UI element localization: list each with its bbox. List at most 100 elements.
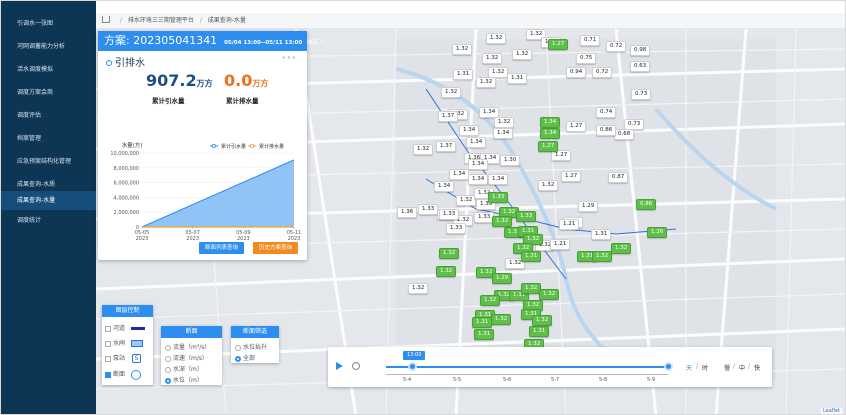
unit-day-button[interactable]: 天 [686, 363, 692, 372]
section-level-label[interactable]: 1.34 [488, 174, 509, 185]
radio-selected[interactable] [235, 355, 241, 362]
timeline-start-handle[interactable] [408, 362, 417, 371]
filter-all[interactable]: 全部 [235, 353, 255, 362]
section-level-label-highlight[interactable]: 0.86 [636, 199, 657, 210]
section-level-label[interactable]: 1.34 [466, 137, 487, 148]
section-level-label-highlight[interactable]: 1.34 [540, 128, 561, 139]
section-level-label-highlight[interactable]: 1.33 [488, 192, 509, 203]
section-level-label[interactable]: 1.34 [468, 174, 489, 185]
section-level-label[interactable]: 1.34 [493, 128, 514, 139]
section-level-label-highlight[interactable]: 1.27 [538, 141, 559, 152]
sidebar-item-archive[interactable]: 档案管理 [1, 129, 96, 148]
home-icon[interactable] [102, 16, 110, 23]
section-level-label[interactable]: 0.75 [576, 53, 597, 64]
history-plan-query-button[interactable]: 历史方案查询 [253, 242, 299, 254]
radio[interactable] [235, 344, 241, 351]
layer-river[interactable]: 河道 [105, 323, 146, 332]
section-level-label[interactable]: 1.21 [559, 219, 580, 230]
speed-fast-button[interactable]: 快 [754, 363, 760, 372]
section-level-label-highlight[interactable]: 1.32 [492, 216, 513, 227]
radio[interactable] [165, 344, 171, 351]
filter-rise[interactable]: 水位抬升 [235, 342, 267, 351]
section-level-label[interactable]: 0.71 [580, 35, 601, 46]
layer-pump-station[interactable]: 泵站 S [105, 353, 142, 363]
sidebar-item-simulation[interactable]: 活水调度模拟 [1, 60, 96, 79]
section-level-label-highlight[interactable]: 1.33 [516, 211, 537, 222]
section-level-label[interactable]: 0.86 [596, 125, 617, 136]
speed-medium-button[interactable]: 中 [739, 363, 745, 372]
section-level-label[interactable]: 1.32 [413, 144, 434, 155]
radio-selected[interactable] [165, 377, 171, 384]
section-level-label-highlight[interactable]: 1.32 [439, 248, 460, 259]
sidebar-item-evaluation[interactable]: 调度评估 [1, 106, 96, 125]
section-level-label[interactable]: 0.74 [596, 107, 617, 118]
section-level-label[interactable]: 1.37 [436, 141, 457, 152]
metric-velocity[interactable]: 流速（m/s） [165, 353, 208, 362]
metric-depth[interactable]: 水深（m） [165, 364, 203, 373]
section-level-label[interactable]: 1.32 [538, 180, 559, 191]
section-level-label-highlight[interactable]: 1.31 [521, 251, 542, 262]
section-level-label[interactable]: 1.32 [512, 49, 533, 60]
section-list-query-button[interactable]: 断面列表查询 [199, 242, 245, 254]
section-level-label[interactable]: 1.32 [441, 87, 462, 98]
speed-slow-button[interactable]: 慢 [724, 363, 730, 372]
sidebar-item-quantity[interactable]: 成果查询-水量 [1, 191, 96, 210]
checkbox[interactable] [105, 340, 111, 347]
section-level-label[interactable]: 0.98 [630, 45, 651, 56]
metric-flow[interactable]: 流量（m³/s） [165, 342, 210, 351]
section-level-label[interactable]: 1.30 [500, 155, 521, 166]
section-level-label-highlight[interactable]: 1.31 [529, 326, 550, 337]
section-level-label-highlight[interactable]: 1.32 [539, 289, 560, 300]
radio[interactable] [165, 366, 171, 373]
section-level-label[interactable]: 1.27 [561, 171, 582, 182]
leaflet-attribution[interactable]: Leaflet [820, 408, 842, 414]
section-level-label-highlight[interactable]: 1.32 [436, 266, 457, 277]
section-level-label-highlight[interactable]: 1.32 [491, 314, 512, 325]
checkbox[interactable] [105, 325, 111, 332]
section-level-label[interactable]: 0.87 [608, 172, 629, 183]
sidebar-item-overview[interactable]: 引调水一张图 [1, 14, 96, 33]
play-icon[interactable] [336, 362, 343, 370]
section-level-label[interactable]: 1.33 [418, 204, 439, 215]
section-level-label-highlight[interactable]: 1.32 [480, 295, 501, 306]
section-level-label-highlight[interactable]: 1.34 [540, 117, 561, 128]
checkbox[interactable] [105, 355, 111, 362]
section-level-label[interactable]: 1.21 [550, 239, 571, 250]
metric-water-level[interactable]: 水位（m） [165, 375, 203, 384]
section-level-label-highlight[interactable]: 1.31 [472, 317, 493, 328]
section-level-label-highlight[interactable]: 1.29 [492, 273, 513, 284]
section-level-label[interactable]: 1.31 [591, 229, 612, 240]
section-level-label[interactable]: 0.73 [631, 89, 652, 100]
section-level-label[interactable]: 1.32 [494, 117, 515, 128]
section-level-label[interactable]: 0.68 [614, 129, 635, 140]
section-level-label-highlight[interactable]: 1.31 [474, 329, 495, 340]
section-level-label[interactable]: 1.34 [434, 181, 455, 192]
layer-section[interactable]: 断面 [105, 369, 142, 380]
section-level-label-highlight[interactable]: 1.32 [592, 251, 613, 262]
section-level-label[interactable]: 1.32 [482, 53, 503, 64]
section-level-label[interactable]: 1.31 [453, 69, 474, 80]
section-level-label-highlight[interactable]: 1.27 [548, 39, 569, 50]
stop-icon[interactable] [352, 362, 360, 370]
collapse-button[interactable]: 收起 ^ [307, 40, 324, 46]
section-level-label[interactable]: 1.34 [449, 169, 470, 180]
section-level-label[interactable]: 1.27 [566, 121, 587, 132]
unit-hour-button[interactable]: 时 [702, 363, 708, 372]
section-level-label[interactable]: 0.94 [566, 67, 587, 78]
section-level-label[interactable]: 1.31 [507, 73, 528, 84]
timeline-track[interactable] [386, 366, 668, 368]
layer-sluice[interactable]: 水闸 [105, 338, 144, 347]
section-level-label-highlight[interactable]: 1.26 [647, 227, 668, 238]
breadcrumb-level1[interactable]: 排水环境三三期管理平台 [128, 17, 194, 24]
sidebar-item-consult[interactable]: 调度方案会商 [1, 83, 96, 102]
section-level-label[interactable]: 1.29 [578, 201, 599, 212]
section-level-label-highlight[interactable]: 1.32 [611, 243, 632, 254]
section-level-label[interactable]: 1.32 [486, 33, 507, 44]
section-level-label[interactable]: 0.63 [630, 61, 651, 72]
section-level-label[interactable]: 1.34 [468, 159, 489, 170]
section-level-label[interactable]: 1.36 [397, 207, 418, 218]
section-level-label[interactable]: 1.32 [476, 77, 497, 88]
checkbox-checked[interactable] [105, 371, 111, 378]
sidebar-item-emergency[interactable]: 应急预案结构化管理 [1, 152, 96, 171]
sidebar-item-capacity[interactable]: 河网调蓄能力分析 [1, 37, 96, 56]
